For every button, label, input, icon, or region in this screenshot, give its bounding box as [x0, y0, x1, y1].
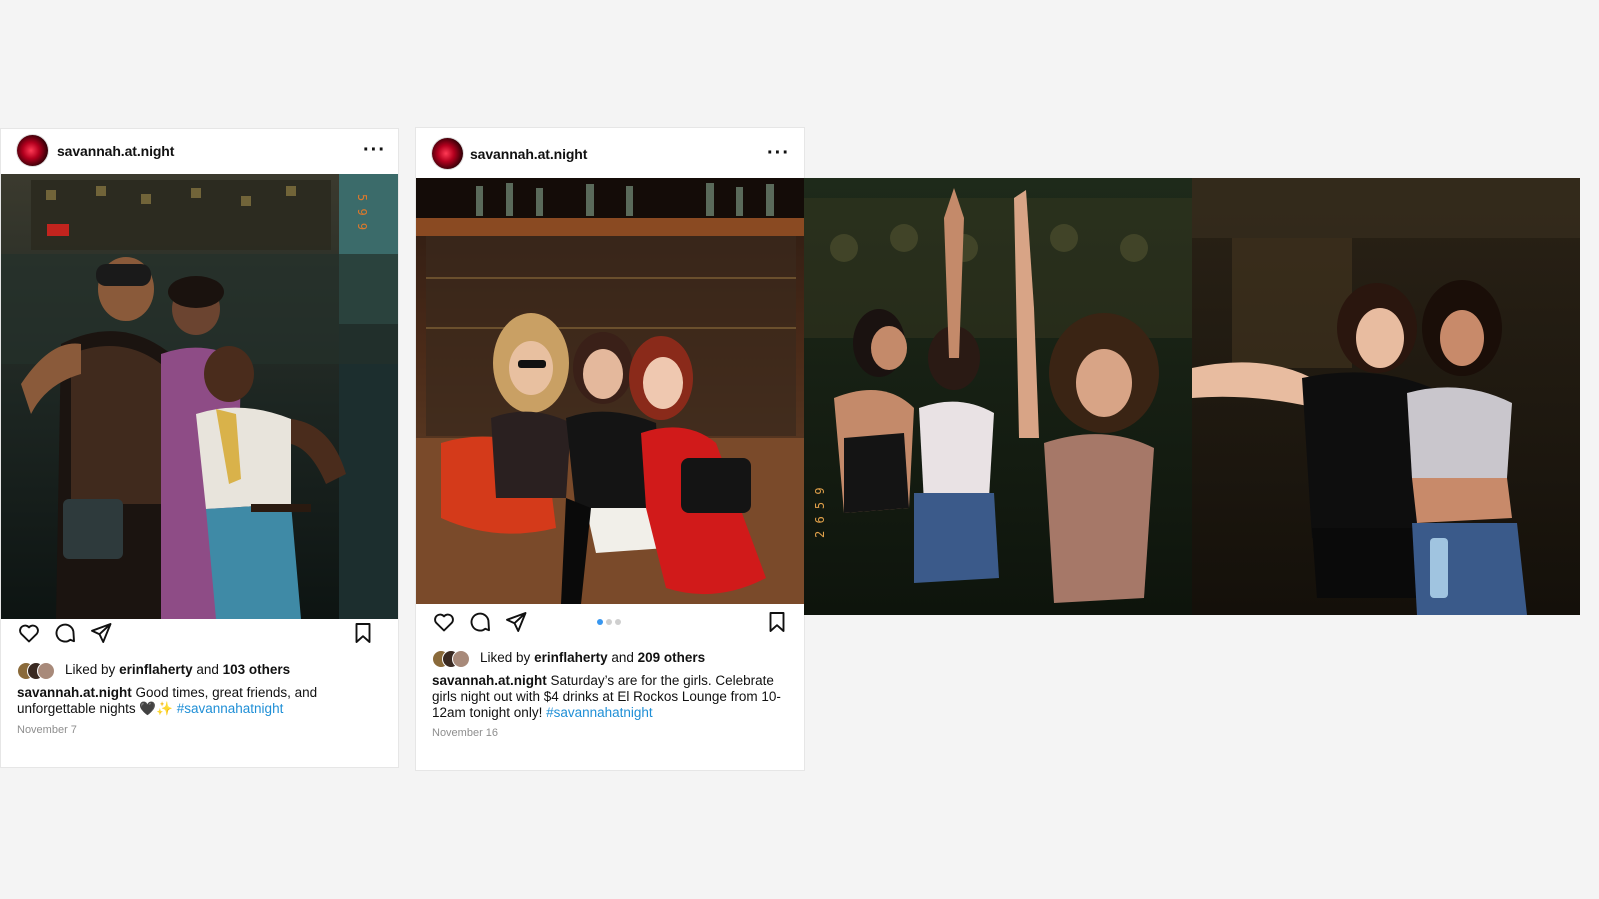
svg-text:5 9 9: 5 9 9 — [355, 194, 369, 230]
bookmark-icon[interactable] — [765, 610, 789, 634]
liked-by-prefix: Liked by — [480, 650, 531, 665]
more-options-icon[interactable]: ··· — [363, 140, 386, 160]
liked-by-user[interactable]: erinflaherty — [119, 662, 193, 677]
liked-by-user[interactable]: erinflaherty — [534, 650, 608, 665]
party-photo-three-friends: 5 9 9 — [1, 174, 398, 619]
caption-username[interactable]: savannah.at.night — [432, 673, 547, 688]
carousel-dot-active[interactable] — [597, 619, 603, 625]
dance-photo-girls: 2 6 5 9 — [804, 178, 1192, 615]
post-date: November 7 — [17, 724, 77, 736]
two-friends-photo — [1192, 178, 1580, 615]
paper-plane-icon[interactable] — [504, 610, 528, 634]
heart-icon[interactable] — [432, 610, 456, 634]
heart-icon[interactable] — [17, 621, 41, 645]
post-header: savannah.at.night ··· — [1, 129, 398, 177]
post-username[interactable]: savannah.at.night — [57, 143, 174, 159]
carousel-dot[interactable] — [615, 619, 621, 625]
likes-summary: Liked by erinflaherty and 103 others — [65, 662, 290, 677]
profile-avatar[interactable] — [432, 138, 463, 169]
carousel-photo-3[interactable] — [1192, 178, 1580, 615]
post-photo[interactable]: 5 9 9 — [1, 174, 398, 619]
caption-hashtag[interactable]: #savannahatnight — [546, 705, 653, 720]
carousel-photo-2[interactable]: 2 6 5 9 — [804, 178, 1192, 615]
post-date: November 16 — [432, 727, 499, 739]
post-actions — [1, 621, 398, 649]
profile-avatar[interactable] — [17, 135, 48, 166]
more-options-icon[interactable]: ··· — [767, 143, 790, 163]
liked-by-others[interactable]: 103 others — [223, 662, 291, 677]
post-username[interactable]: savannah.at.night — [470, 146, 587, 162]
post-caption: savannah.at.night Saturday’s are for the… — [432, 673, 782, 721]
liker-avatars[interactable] — [432, 650, 470, 668]
liked-by-prefix: Liked by — [65, 662, 116, 677]
post-header: savannah.at.night ··· — [416, 128, 804, 176]
caption-username[interactable]: savannah.at.night — [17, 685, 132, 700]
carousel-dot[interactable] — [606, 619, 612, 625]
liked-by-and: and — [611, 650, 634, 665]
instagram-post-1: savannah.at.night ··· 5 9 9 Liked by eri… — [1, 129, 398, 767]
liker-avatar — [452, 650, 470, 668]
comment-icon[interactable] — [53, 621, 77, 645]
post-photo[interactable] — [416, 178, 804, 604]
comment-icon[interactable] — [468, 610, 492, 634]
liker-avatars[interactable] — [17, 662, 55, 680]
bar-photo-three-friends — [416, 178, 804, 604]
caption-hashtag[interactable]: #savannahatnight — [177, 701, 284, 716]
svg-text:2 6 5 9: 2 6 5 9 — [813, 487, 827, 538]
paper-plane-icon[interactable] — [89, 621, 113, 645]
bookmark-icon[interactable] — [351, 621, 375, 645]
likes-summary: Liked by erinflaherty and 209 others — [480, 650, 705, 665]
liker-avatar — [37, 662, 55, 680]
instagram-post-2: savannah.at.night ··· Liked by erinflahe… — [416, 128, 804, 770]
post-caption: savannah.at.night Good times, great frie… — [17, 685, 337, 717]
liked-by-and: and — [196, 662, 219, 677]
post-actions — [416, 610, 804, 638]
liked-by-others[interactable]: 209 others — [638, 650, 706, 665]
